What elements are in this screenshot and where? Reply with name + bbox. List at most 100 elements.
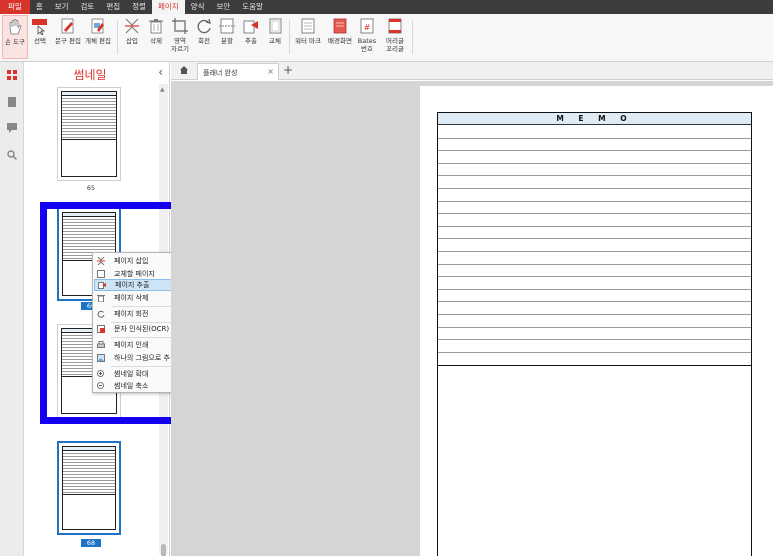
document-tab-title: 플래너 완성	[203, 69, 238, 77]
memo-rule-line	[438, 314, 751, 315]
page-thumbnail-65[interactable]	[57, 87, 121, 181]
home-icon[interactable]	[179, 65, 189, 75]
hand-tool-label: 손 도구	[4, 38, 25, 46]
select-label: 선택	[34, 37, 46, 45]
menu-file[interactable]: 파일	[0, 0, 30, 14]
hand-tool-button[interactable]: 손 도구	[2, 15, 28, 59]
memo-rule-line	[438, 162, 751, 164]
background-button[interactable]: 배경화면	[325, 17, 355, 45]
menu-help[interactable]: 도움말	[236, 0, 269, 14]
watermark-icon	[299, 17, 317, 35]
rotate-label: 회전	[198, 37, 210, 45]
memo-rule-line	[438, 339, 751, 341]
thumbnails-panel-icon[interactable]	[7, 70, 17, 80]
scrollbar-thumb[interactable]	[161, 544, 166, 556]
extract-icon	[242, 17, 260, 35]
memo-rule-line	[438, 301, 751, 303]
new-tab-button[interactable]: +	[283, 63, 293, 77]
extract-label: 추출	[245, 37, 257, 45]
print-icon	[97, 341, 105, 349]
comment-icon[interactable]	[7, 123, 17, 133]
insert-button[interactable]: 삽입	[122, 17, 142, 45]
page-number: 65	[86, 184, 96, 192]
menu-view[interactable]: 보기	[49, 0, 75, 14]
memo-rule-line	[438, 276, 751, 278]
menu-security[interactable]: 보안	[210, 0, 236, 14]
object-edit-icon	[89, 17, 107, 35]
crop-icon	[171, 17, 189, 35]
menu-form[interactable]: 양식	[185, 0, 211, 14]
extract-page-icon	[98, 281, 106, 289]
ribbon-divider	[117, 20, 118, 54]
memo-rule-line	[438, 238, 751, 240]
object-edit-label: 개체 편집	[85, 37, 111, 45]
memo-rule-line	[438, 263, 751, 265]
watermark-button[interactable]: 워터 마크	[292, 17, 324, 45]
ribbon-divider	[412, 20, 413, 54]
page-thumbnail-68[interactable]	[57, 441, 121, 535]
insert-label: 삽입	[126, 37, 138, 45]
menu-arrange[interactable]: 정렬	[126, 0, 152, 14]
zoom-out-icon	[97, 382, 105, 390]
replace-page-icon	[97, 270, 105, 278]
image-export-icon	[97, 354, 105, 362]
memo-rule-line	[438, 137, 751, 139]
thumbnail-panel-title: 썸네일	[73, 68, 107, 82]
split-label: 분할	[221, 37, 233, 45]
memo-rule-line	[438, 225, 751, 227]
select-icon	[31, 17, 49, 36]
bookmark-icon[interactable]	[7, 97, 17, 107]
split-button[interactable]: 분할	[218, 17, 236, 45]
rotate-page-icon	[97, 310, 105, 318]
memo-rule-line	[438, 175, 751, 177]
replace-button[interactable]: 교체	[265, 17, 285, 45]
memo-rule-line	[438, 200, 751, 202]
text-edit-icon	[59, 17, 77, 35]
scroll-up-icon[interactable]: ▲	[160, 86, 165, 93]
menu-home[interactable]: 홈	[30, 0, 49, 14]
bates-icon: #	[358, 17, 376, 35]
search-icon[interactable]	[7, 150, 18, 161]
header-footer-label: 머리글 꼬리글	[386, 37, 404, 53]
background-icon	[331, 17, 349, 35]
text-edit-label: 문구 편집	[55, 37, 81, 45]
ribbon-divider	[289, 20, 290, 54]
insert-icon	[123, 17, 141, 35]
rotate-button[interactable]: 회전	[195, 17, 213, 45]
delete-label: 삭제	[150, 37, 162, 45]
memo-lined-area	[438, 125, 751, 366]
left-rail	[0, 62, 24, 556]
object-edit-button[interactable]: 개체 편집	[84, 17, 112, 45]
menu-page[interactable]: 페이지	[151, 0, 185, 14]
memo-rule-line	[438, 251, 751, 252]
rotate-icon	[195, 17, 213, 35]
memo-rule-line	[438, 351, 751, 353]
header-footer-button[interactable]: 머리글 꼬리글	[381, 17, 409, 53]
text-edit-button[interactable]: 문구 편집	[54, 17, 82, 45]
ribbon-toolbar: 손 도구 선택 문구 편집 개체 편집 삽입 삭제 영역 자르기 회전 분할 추…	[0, 14, 773, 62]
delete-button[interactable]: 삭제	[146, 17, 166, 45]
split-icon	[218, 17, 236, 35]
trash-icon	[147, 17, 165, 35]
menu-bar: 파일 홈 보기 검토 편집 정렬 페이지 양식 보안 도움말	[0, 0, 773, 14]
replace-icon	[266, 17, 284, 35]
memo-rule-line	[438, 150, 751, 152]
page-number-selected: 68	[81, 539, 101, 547]
background-label: 배경화면	[328, 37, 352, 45]
select-button[interactable]: 선택	[31, 17, 49, 45]
memo-box: M E M O	[437, 112, 752, 556]
crop-button[interactable]: 영역 자르기	[169, 17, 191, 53]
document-tab[interactable]: 플래너 완성 ×	[197, 63, 279, 80]
replace-label: 교체	[269, 37, 281, 45]
close-tab-icon[interactable]: ×	[267, 67, 274, 76]
menu-review[interactable]: 검토	[75, 0, 101, 14]
extract-button[interactable]: 추출	[241, 17, 261, 45]
document-canvas[interactable]: M E M O	[171, 81, 773, 556]
menu-edit[interactable]: 편집	[100, 0, 126, 14]
bates-number-button[interactable]: # Bates 번호	[356, 17, 378, 53]
watermark-label: 워터 마크	[295, 37, 321, 45]
memo-title: M E M O	[438, 113, 751, 125]
svg-text:#: #	[364, 23, 371, 32]
collapse-panel-icon[interactable]: ‹	[158, 65, 163, 79]
memo-rule-line	[438, 288, 751, 290]
